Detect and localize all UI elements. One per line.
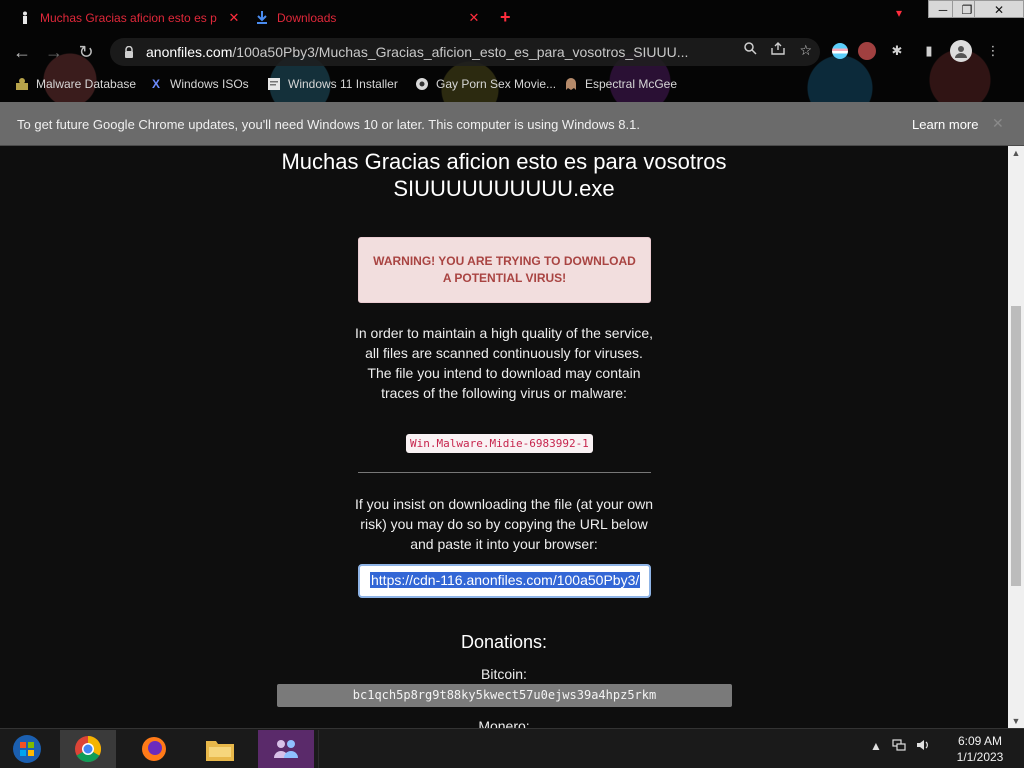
virus-warning-alert: WARNING! YOU ARE TRYING TO DOWNLOAD A PO…: [358, 237, 651, 303]
bookmark-label: Windows ISOs: [170, 77, 249, 91]
download-instructions: If you insist on downloading the file (a…: [354, 496, 654, 552]
infobar-message: To get future Google Chrome updates, you…: [17, 117, 640, 132]
malware-database-icon: [14, 76, 30, 92]
start-button[interactable]: [4, 731, 50, 767]
bitcoin-label: Bitcoin:: [481, 666, 527, 682]
url-text[interactable]: anonfiles.com/100a50Pby3/Muchas_Gracias_…: [146, 44, 726, 60]
bookmark-espectral-mcgee[interactable]: Espectral McGee: [563, 76, 677, 92]
taskbar-empty-area: [318, 730, 858, 768]
tab-title: Muchas Gracias aficion esto es p: [40, 11, 217, 25]
close-tab-icon[interactable]: ✕: [468, 10, 480, 26]
tab-search-icon[interactable]: ▾: [896, 6, 902, 20]
ghost-icon: [563, 76, 579, 92]
url-path: /100a50Pby3/Muchas_Gracias_aficion_esto_…: [232, 44, 689, 60]
monero-label: Monero:: [478, 718, 530, 728]
close-window-button[interactable]: ✕: [974, 0, 1024, 18]
document-icon: [266, 76, 282, 92]
bookmark-label: Gay Porn Sex Movie...: [436, 77, 557, 91]
menu-kebab-icon[interactable]: ⋮: [982, 40, 1004, 62]
lock-icon[interactable]: [122, 45, 136, 59]
bookmark-malware-database[interactable]: Malware Database: [14, 76, 136, 92]
figure-icon: [18, 11, 32, 25]
reload-icon[interactable]: ↻: [74, 40, 98, 64]
bookmark-gay-porn-sex-movie[interactable]: Gay Porn Sex Movie...: [414, 76, 556, 92]
profile-avatar-icon[interactable]: [950, 40, 972, 62]
system-tray: ▲: [870, 739, 930, 754]
back-arrow-icon[interactable]: ←: [10, 40, 34, 64]
virus-name-tag: Win.Malware.Midie-6983992-1: [406, 434, 593, 453]
volume-icon[interactable]: [916, 739, 930, 754]
tab-title: Downloads: [277, 11, 337, 25]
omnibox-actions: ☆: [744, 42, 812, 59]
bookmark-label: Espectral McGee: [585, 77, 678, 91]
chrome-taskbar-button[interactable]: [60, 730, 116, 768]
bookmark-label: Malware Database: [36, 77, 137, 91]
bookmark-windows-11-installer[interactable]: Windows 11 Installer: [266, 76, 398, 92]
bookmarks-bar: Malware Database X Windows ISOs Windows …: [0, 72, 1024, 98]
selected-url-text: https://cdn-116.anonfiles.com/100a50Pby3…: [370, 572, 641, 588]
trans-flag-extension-icon[interactable]: [832, 43, 848, 59]
page-content: Muchas Gracias aficion esto es para voso…: [0, 146, 1008, 728]
clock-date: 1/1/2023: [956, 750, 1004, 764]
new-tab-button[interactable]: +: [500, 6, 511, 28]
download-url-input[interactable]: https://cdn-116.anonfiles.com/100a50Pby3…: [358, 564, 651, 598]
show-hidden-icons-icon[interactable]: ▲: [870, 739, 882, 754]
bookmark-windows-isos[interactable]: X Windows ISOs: [148, 76, 249, 92]
firefox-icon: [142, 737, 166, 761]
extensions-area: ✱ ▮ ⋮: [832, 40, 1004, 62]
close-tab-icon[interactable]: ✕: [228, 10, 240, 26]
divider: [358, 472, 651, 473]
search-icon[interactable]: [744, 42, 757, 59]
windows-taskbar: ▲ 6:09 AM 1/1/2023: [0, 728, 1024, 768]
tab-muchas-gracias[interactable]: Muchas Gracias aficion esto es p ✕: [18, 6, 240, 30]
url-host: anonfiles.com: [146, 44, 233, 60]
close-infobar-icon[interactable]: ✕: [992, 115, 1004, 132]
site-favicon-icon: [414, 76, 430, 92]
scroll-up-icon[interactable]: ▲: [1008, 148, 1024, 158]
chrome-icon: [75, 735, 102, 763]
firefox-taskbar-button[interactable]: [126, 730, 182, 768]
file-title: Muchas Gracias aficion esto es para voso…: [281, 149, 727, 201]
learn-more-link[interactable]: Learn more: [912, 117, 978, 132]
bookmark-star-icon[interactable]: ☆: [799, 42, 812, 59]
tab-downloads[interactable]: Downloads ✕: [255, 6, 480, 30]
bitcoin-address[interactable]: bc1qch5p8rg9t88ky5kwect57u0ejws39a4hpz5r…: [277, 684, 732, 707]
x-logo-icon: X: [151, 77, 160, 91]
bookmark-label: Windows 11 Installer: [288, 77, 398, 91]
page-scrollbar[interactable]: ▲ ▼: [1008, 146, 1024, 728]
taskbar-clock[interactable]: 6:09 AM 1/1/2023: [940, 733, 1020, 765]
avatar-extension-icon[interactable]: [858, 42, 876, 60]
file-explorer-taskbar-button[interactable]: [192, 730, 248, 768]
donations-heading: Donations:: [460, 632, 548, 652]
browser-chrome: Muchas Gracias aficion esto es p ✕ Downl…: [0, 0, 1024, 102]
side-panel-icon[interactable]: ▮: [918, 40, 940, 62]
windows-orb-icon: [13, 735, 41, 763]
scroll-down-icon[interactable]: ▼: [1008, 716, 1024, 726]
forward-arrow-icon[interactable]: →: [42, 40, 66, 64]
tab-strip: Muchas Gracias aficion esto es p ✕ Downl…: [0, 0, 1024, 34]
network-icon[interactable]: [892, 739, 906, 754]
people-icon: [274, 740, 298, 758]
download-icon: [255, 11, 269, 25]
puzzle-extensions-icon[interactable]: ✱: [886, 40, 908, 62]
clock-time: 6:09 AM: [957, 734, 1003, 748]
folder-icon: [206, 741, 234, 761]
share-icon[interactable]: [771, 42, 786, 59]
toolbar: ← → ↻ anonfiles.com/100a50Pby3/Muchas_Gr…: [0, 36, 1024, 68]
app-taskbar-button[interactable]: [258, 730, 314, 768]
scan-explanation: In order to maintain a high quality of t…: [354, 325, 654, 401]
scroll-thumb[interactable]: [1011, 306, 1021, 586]
address-bar[interactable]: anonfiles.com/100a50Pby3/Muchas_Gracias_…: [110, 38, 820, 66]
update-infobar: To get future Google Chrome updates, you…: [0, 102, 1024, 146]
